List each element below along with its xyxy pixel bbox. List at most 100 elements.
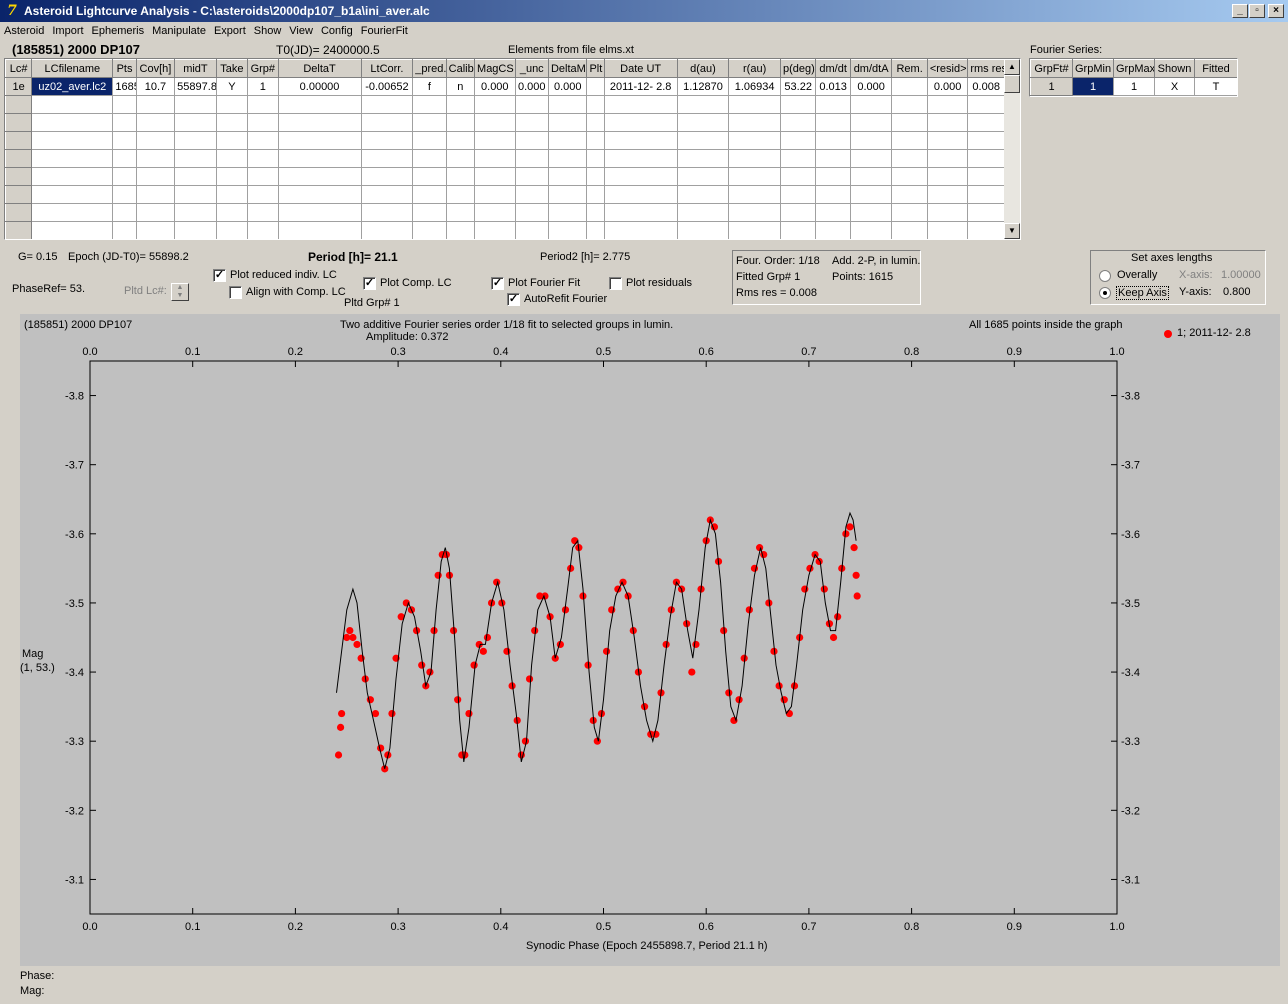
table-cell[interactable] [815, 131, 851, 150]
table-cell[interactable] [277, 221, 362, 239]
table-cell[interactable] [849, 149, 893, 168]
table-cell[interactable] [277, 167, 362, 186]
table-cell[interactable] [215, 95, 249, 114]
table-cell[interactable] [514, 185, 549, 204]
table-cell[interactable] [676, 95, 730, 114]
table-cell[interactable] [277, 185, 362, 204]
table-cell[interactable]: 1.06934 [728, 77, 781, 96]
table-cell[interactable] [277, 203, 362, 222]
table-cell[interactable] [474, 167, 516, 186]
table-cell[interactable] [277, 131, 362, 150]
menu-import[interactable]: Import [48, 22, 87, 37]
table-cell[interactable] [112, 185, 137, 204]
table-cell[interactable] [514, 149, 549, 168]
menu-show[interactable]: Show [250, 22, 286, 37]
table-cell[interactable] [514, 203, 549, 222]
lc-column-header[interactable]: dm/dtA [849, 59, 893, 78]
lc-column-header[interactable]: Rem. [891, 59, 928, 78]
table-cell[interactable] [412, 131, 447, 150]
lc-column-header[interactable]: LCfilename [31, 59, 114, 78]
table-cell[interactable] [412, 113, 447, 132]
table-cell[interactable] [360, 113, 414, 132]
scroll-down-icon[interactable]: ▼ [1004, 223, 1020, 239]
table-cell[interactable] [849, 113, 893, 132]
table-cell[interactable] [135, 167, 176, 186]
table-cell[interactable]: 10.7 [135, 77, 176, 96]
table-cell[interactable] [603, 203, 678, 222]
table-cell[interactable] [926, 221, 969, 239]
keep-axis-radio[interactable] [1099, 287, 1111, 299]
lc-column-header[interactable]: DeltaT [277, 59, 362, 78]
table-cell[interactable] [926, 113, 969, 132]
table-cell[interactable] [31, 95, 114, 114]
table-cell[interactable] [926, 185, 969, 204]
table-cell[interactable] [445, 95, 476, 114]
table-cell[interactable] [31, 203, 114, 222]
table-cell[interactable] [849, 185, 893, 204]
table-cell[interactable] [849, 167, 893, 186]
overally-radio[interactable] [1099, 270, 1111, 282]
restore-button[interactable]: ▫ [1249, 4, 1265, 18]
table-cell[interactable] [779, 131, 817, 150]
table-cell[interactable] [603, 131, 678, 150]
table-cell[interactable] [112, 131, 137, 150]
table-cell[interactable] [547, 203, 588, 222]
lc-column-header[interactable]: p(deg) [779, 59, 817, 78]
fourier-cell[interactable]: 1 [1030, 77, 1073, 96]
table-cell[interactable] [360, 203, 414, 222]
table-cell[interactable] [5, 95, 33, 114]
table-cell[interactable] [728, 149, 781, 168]
lc-column-header[interactable]: r(au) [728, 59, 781, 78]
table-cell[interactable] [849, 203, 893, 222]
table-cell[interactable] [891, 149, 928, 168]
table-cell[interactable] [603, 221, 678, 239]
table-cell[interactable]: 2011-12- 2.8 [603, 77, 678, 96]
table-cell[interactable] [514, 131, 549, 150]
empty-table-row[interactable] [5, 203, 1005, 222]
table-cell[interactable] [926, 167, 969, 186]
table-cell[interactable] [412, 203, 447, 222]
table-cell[interactable] [174, 221, 217, 239]
menu-view[interactable]: View [285, 22, 317, 37]
table-cell[interactable] [547, 185, 588, 204]
table-cell[interactable] [112, 113, 137, 132]
lightcurve-grid[interactable]: Lc# LCfilename Pts Cov[h] midT Take Grp# DeltaT… [4, 58, 1021, 240]
table-cell[interactable] [603, 167, 678, 186]
table-cell[interactable]: 0.000 [547, 77, 588, 96]
table-cell[interactable] [967, 149, 1005, 168]
table-cell[interactable] [412, 95, 447, 114]
table-cell[interactable] [247, 113, 279, 132]
table-cell[interactable] [815, 203, 851, 222]
lc-column-header[interactable]: d(au) [676, 59, 730, 78]
table-cell[interactable] [135, 95, 176, 114]
lc-column-header[interactable]: MagCS [474, 59, 516, 78]
table-cell[interactable] [174, 203, 217, 222]
table-cell[interactable] [112, 95, 137, 114]
lc-column-header[interactable]: Take [215, 59, 249, 78]
y-axis-value[interactable]: 0.800 [1223, 286, 1251, 298]
table-cell[interactable] [891, 221, 928, 239]
plot-reduced-checkbox[interactable]: ✓ [213, 269, 226, 282]
empty-table-row[interactable] [5, 185, 1005, 204]
table-cell[interactable] [779, 167, 817, 186]
table-cell[interactable] [514, 167, 549, 186]
table-cell[interactable]: n [445, 77, 476, 96]
table-cell[interactable]: 0.000 [926, 77, 969, 96]
table-cell[interactable] [891, 167, 928, 186]
fourier-column-header[interactable]: Fitted [1194, 59, 1237, 78]
table-cell[interactable] [676, 167, 730, 186]
menu-asteroid[interactable]: Asteroid [0, 22, 48, 37]
table-cell[interactable] [728, 221, 781, 239]
lc-column-header[interactable]: midT [174, 59, 217, 78]
table-cell[interactable] [586, 131, 605, 150]
table-cell[interactable] [779, 149, 817, 168]
table-cell[interactable] [815, 167, 851, 186]
table-cell[interactable] [215, 221, 249, 239]
table-cell[interactable] [135, 185, 176, 204]
table-cell[interactable] [514, 221, 549, 239]
table-cell[interactable] [474, 131, 516, 150]
table-cell[interactable] [412, 221, 447, 239]
table-row[interactable]: 1euz02_aver.lc2168510.755897.8Y10.00000-… [5, 77, 1005, 96]
table-cell[interactable] [474, 113, 516, 132]
table-cell[interactable]: 0.000 [514, 77, 549, 96]
